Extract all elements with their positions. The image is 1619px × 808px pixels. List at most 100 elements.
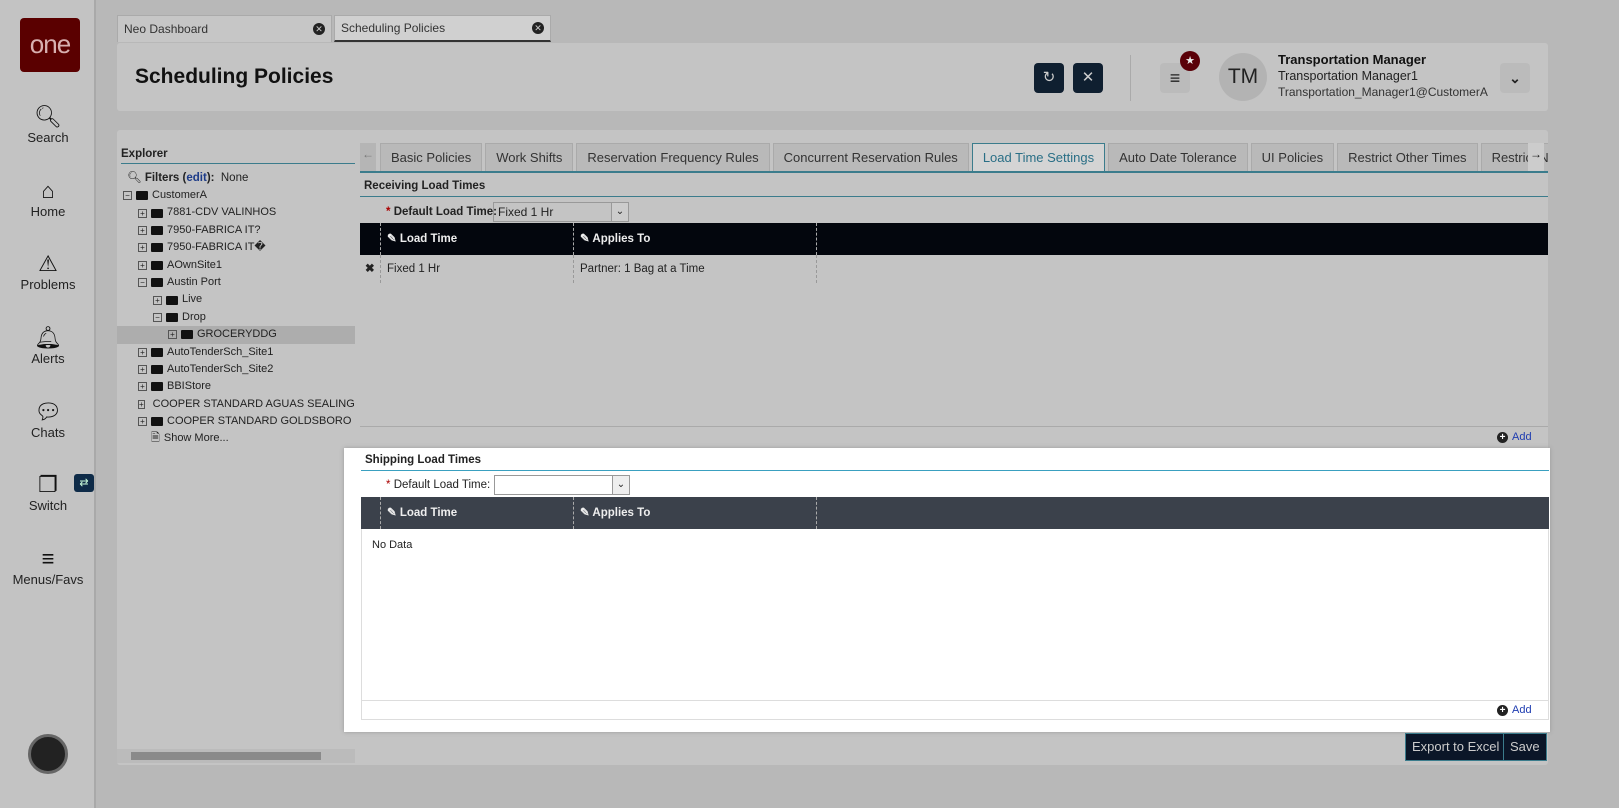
edit-icon: ✎	[580, 507, 590, 519]
horizontal-scrollbar[interactable]	[117, 749, 355, 763]
collapse-icon[interactable]: −	[138, 278, 147, 288]
column-applies-to[interactable]: ✎ Applies To	[573, 497, 816, 529]
shipping-default-select[interactable]: ⌄	[494, 475, 630, 495]
expand-icon[interactable]: +	[138, 382, 147, 392]
tree-node[interactable]: + GROCERYDDG	[117, 326, 355, 344]
tabs-scroll-left-icon[interactable]: ←	[360, 143, 376, 171]
tree-node[interactable]: 🗎 Show More...	[117, 430, 355, 447]
column-applies-to[interactable]: ✎ Applies To	[573, 223, 816, 255]
divider	[362, 700, 1548, 701]
folder-icon	[151, 347, 163, 357]
receiving-default-select[interactable]: Fixed 1 Hr ⌄	[493, 202, 629, 222]
column-load-time[interactable]: ✎ Load Time	[380, 223, 573, 255]
folder-icon	[151, 225, 163, 235]
expand-icon[interactable]: +	[138, 260, 147, 270]
col-label: Applies To	[592, 233, 651, 245]
collapse-icon[interactable]: −	[153, 312, 162, 322]
expand-icon[interactable]: +	[138, 347, 147, 357]
nav-search[interactable]: 🔍︎ Search	[0, 104, 96, 145]
policy-tab[interactable]: Reservation Frequency Rules	[576, 143, 770, 171]
folder-icon	[151, 382, 163, 392]
policy-tab[interactable]: Basic Policies	[380, 143, 483, 171]
search-icon: 🔍︎	[127, 172, 142, 184]
expand-icon[interactable]: +	[138, 243, 147, 253]
refresh-button[interactable]: ↻	[1034, 63, 1064, 93]
col-label: Applies To	[592, 507, 651, 519]
col-label: Load Time	[399, 507, 458, 519]
label: Default Load Time:	[393, 479, 491, 491]
scrollbar-thumb[interactable]	[131, 752, 321, 760]
folder-icon	[151, 243, 163, 253]
tree-node[interactable]: + Live	[117, 291, 355, 308]
tree-node[interactable]: + AutoTenderSch_Site1	[117, 344, 355, 361]
policy-tabs: ← Basic Policies Work Shifts Reservation Fr…	[360, 143, 1548, 173]
tab-label: Neo Dashboard	[124, 22, 209, 36]
explorer-tree: − CustomerA +7881-CDV VALINHOS +7950-FABRIC…	[117, 187, 355, 448]
expand-icon[interactable]: +	[138, 365, 147, 375]
nav-home[interactable]: ⌂ Home	[0, 178, 96, 219]
nav-chats[interactable]: 💬︎ Chats	[0, 399, 96, 440]
nav-problems[interactable]: ⚠︎ Problems	[0, 251, 96, 292]
user-role: Transportation Manager1	[1278, 69, 1418, 83]
filters-label: Filters	[144, 172, 180, 184]
tree-node[interactable]: +7881-CDV VALINHOS	[117, 204, 355, 221]
chevron-down-icon: ⌄	[612, 476, 629, 494]
policy-tab[interactable]: Work Shifts	[485, 143, 574, 171]
receiving-default-label: * Default Load Time:	[386, 206, 497, 218]
delete-row-icon[interactable]: ✖	[365, 255, 375, 283]
tree-node[interactable]: +7950-FABRICA IT�	[117, 239, 355, 256]
tabs-scroll-right-icon[interactable]: →	[1528, 143, 1544, 171]
tree-node[interactable]: +7950-FABRICA IT?	[117, 222, 355, 239]
expand-icon[interactable]: +	[153, 295, 162, 305]
tree-node[interactable]: + COOPER STANDARD AGUAS SEALING (3	[117, 396, 355, 413]
tab-neo-dashboard[interactable]: Neo Dashboard ✕	[117, 15, 332, 42]
page-title: Scheduling Policies	[135, 65, 334, 88]
tree-node[interactable]: − CustomerA	[117, 187, 355, 204]
avatar[interactable]: TM	[1219, 53, 1267, 101]
label: Default Load Time:	[393, 206, 497, 218]
shipping-add-button[interactable]: + Add	[1497, 704, 1532, 716]
tree-node[interactable]: + AutoTenderSch_Site2	[117, 361, 355, 378]
switch-badge-icon[interactable]: ⇄	[74, 474, 94, 492]
col-label: Load Time	[399, 233, 458, 245]
receiving-add-button[interactable]: + Add	[1497, 431, 1532, 443]
home-icon: ⌂	[41, 178, 55, 203]
tree-node[interactable]: − Austin Port	[117, 274, 355, 291]
filters-edit-link[interactable]: edit	[186, 172, 206, 184]
expand-icon[interactable]: +	[138, 417, 147, 427]
expand-icon[interactable]: +	[138, 208, 147, 218]
export-to-excel-button[interactable]: Export to Excel	[1405, 733, 1507, 761]
nav-label: Switch	[28, 498, 68, 513]
no-data-text: No Data	[372, 539, 413, 551]
receiving-title: Receiving Load Times	[360, 180, 1548, 197]
save-button[interactable]: Save	[1503, 733, 1547, 761]
expand-icon[interactable]: +	[168, 330, 177, 340]
policy-tab[interactable]: Auto Date Tolerance	[1108, 143, 1248, 171]
nav-alerts[interactable]: 🔔︎ Alerts	[0, 325, 96, 366]
tree-node[interactable]: − Drop	[117, 309, 355, 326]
table-row[interactable]: ✖ Fixed 1 Hr Partner: 1 Bag at a Time	[360, 255, 1548, 283]
policy-tab[interactable]: Load Time Settings	[971, 143, 1106, 171]
tree-node[interactable]: + BBIStore	[117, 378, 355, 395]
user-name: Transportation Manager	[1278, 52, 1427, 67]
tree-node-label: CustomerA	[152, 189, 208, 201]
policy-tab[interactable]: Concurrent Reservation Rules	[772, 143, 969, 171]
add-label: Add	[1512, 704, 1532, 716]
policy-tab[interactable]: UI Policies	[1250, 143, 1335, 171]
close-icon[interactable]: ✕	[532, 22, 544, 34]
tree-node[interactable]: + AOwnSite1	[117, 257, 355, 274]
close-icon[interactable]: ✕	[313, 23, 325, 35]
tree-node[interactable]: + COOPER STANDARD GOLDSBORO	[117, 413, 355, 430]
expand-icon[interactable]: +	[138, 225, 147, 235]
app-logo[interactable]: one	[20, 18, 80, 72]
expand-icon[interactable]: +	[138, 399, 145, 409]
assistant-avatar[interactable]	[28, 734, 68, 774]
close-button[interactable]: ✕	[1073, 63, 1103, 93]
tab-scheduling-policies[interactable]: Scheduling Policies ✕	[334, 15, 551, 42]
close-icon: ✕	[1081, 69, 1095, 86]
nav-menus[interactable]: ≡ Menus/Favs	[0, 546, 96, 587]
column-load-time[interactable]: ✎ Load Time	[380, 497, 573, 529]
collapse-icon[interactable]: −	[123, 191, 132, 201]
policy-tab[interactable]: Restrict Other Times	[1337, 143, 1478, 171]
user-menu-button[interactable]: ⌄	[1500, 63, 1530, 93]
